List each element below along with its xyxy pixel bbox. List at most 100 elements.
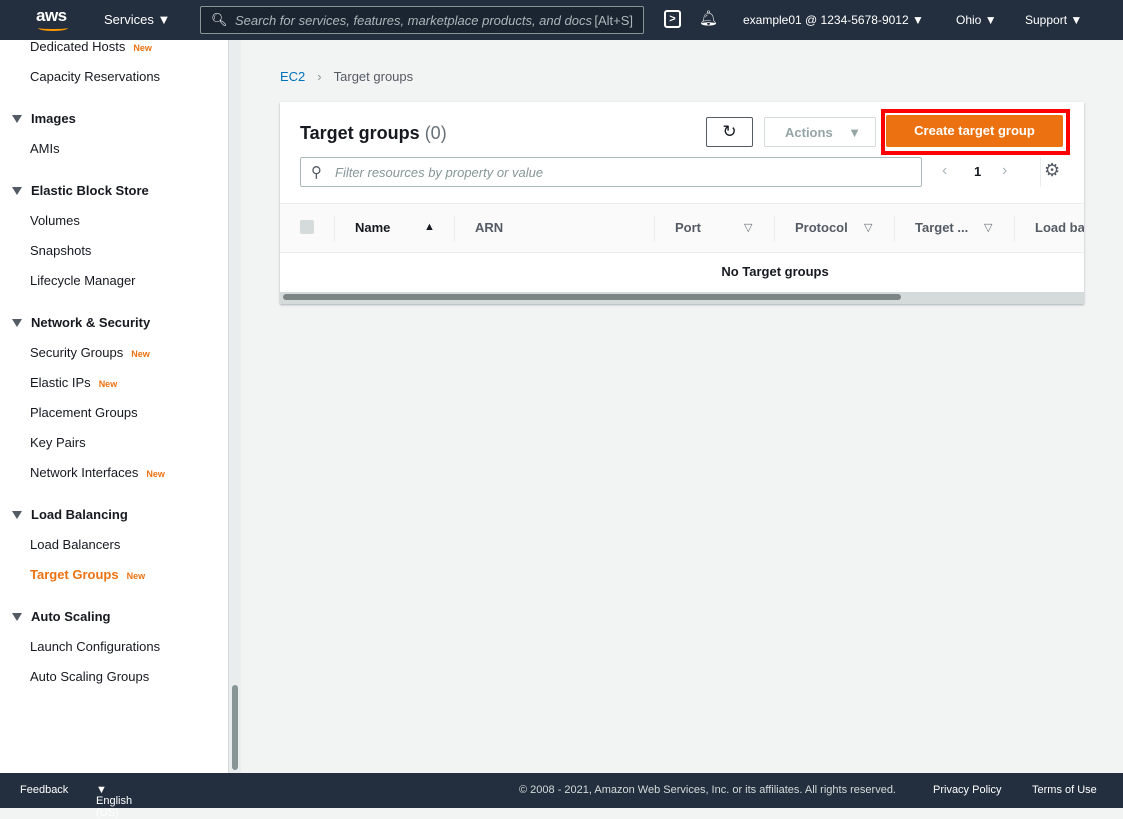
divider <box>1040 157 1041 187</box>
scrollbar-thumb[interactable] <box>232 685 238 770</box>
page-title: Target groups (0) <box>300 123 447 144</box>
divider <box>454 216 455 242</box>
sidebar-item-amis[interactable]: AMIs <box>0 134 228 164</box>
caret-down-icon: ▼ <box>848 125 861 140</box>
sidebar-item-placement-groups[interactable]: Placement Groups <box>0 398 228 428</box>
aws-smile-icon <box>38 25 68 31</box>
section-label: Auto Scaling <box>31 609 111 624</box>
caret-down-icon <box>12 115 22 123</box>
section-label: Network & Security <box>31 315 151 330</box>
sidebar-item-label: Launch Configurations <box>30 639 161 654</box>
caret-down-icon <box>12 511 22 519</box>
aws-logo[interactable]: aws <box>36 6 67 26</box>
sidebar-scrollbar[interactable] <box>228 40 241 773</box>
sidebar-item-load-balancers[interactable]: Load Balancers <box>0 530 228 560</box>
sort-icon[interactable]: ▽ <box>864 221 872 234</box>
section-label: Load Balancing <box>31 507 128 522</box>
support-label: Support <box>1025 13 1068 27</box>
filter-input[interactable]: ⚲ Filter resources by property or value <box>300 157 922 187</box>
sidebar-section-load-balancing[interactable]: Load Balancing <box>0 499 228 530</box>
next-page-icon[interactable]: › <box>1002 162 1007 180</box>
divider <box>894 216 895 242</box>
new-badge: New <box>146 469 165 479</box>
feedback-link[interactable]: Feedback <box>20 784 68 796</box>
sidebar-item-elastic-ips[interactable]: Elastic IPs New <box>0 368 228 398</box>
sidebar-item-volumes[interactable]: Volumes <box>0 206 228 236</box>
search-input[interactable]: 🔍︎ Search for services, features, marketp… <box>200 6 644 34</box>
sidebar-section-network-security[interactable]: Network & Security <box>0 307 228 338</box>
divider <box>774 216 775 242</box>
actions-button[interactable]: Actions ▼ <box>764 117 876 147</box>
page-number[interactable]: 1 <box>974 164 981 179</box>
sidebar-item-label: Volumes <box>30 213 80 228</box>
column-arn[interactable]: ARN <box>475 220 503 235</box>
caret-down-icon <box>12 613 22 621</box>
caret-down-icon <box>12 187 22 195</box>
language-menu[interactable]: English (US) ▼ <box>96 784 132 819</box>
column-load-balancer[interactable]: Load ba <box>1035 220 1084 235</box>
region-label: Ohio <box>956 13 982 27</box>
sort-icon[interactable]: ▽ <box>984 221 992 234</box>
column-protocol[interactable]: Protocol <box>795 220 848 235</box>
column-name[interactable]: Name <box>355 220 390 235</box>
sidebar-item-launch-configurations[interactable]: Launch Configurations <box>0 632 228 662</box>
footer: Feedback English (US) ▼ © 2008 - 2021, A… <box>0 773 1123 819</box>
search-shortcut: [Alt+S] <box>594 13 633 28</box>
sidebar-item-label: Security Groups <box>30 345 124 360</box>
sidebar-item-label: Load Balancers <box>30 537 121 552</box>
sort-icon[interactable]: ▽ <box>744 221 752 234</box>
cloudshell-icon[interactable]: > <box>664 10 681 28</box>
divider <box>334 216 335 242</box>
support-menu[interactable]: Support ▼ <box>1025 13 1082 27</box>
select-all-checkbox[interactable] <box>300 220 314 234</box>
prev-page-icon[interactable]: ‹ <box>942 162 947 180</box>
create-target-group-button[interactable]: Create target group <box>886 115 1063 147</box>
search-icon: 🔍︎ <box>211 12 228 27</box>
actions-label: Actions <box>785 125 833 140</box>
sidebar-item-label: Placement Groups <box>30 405 138 420</box>
empty-state: No Target groups <box>721 264 829 279</box>
sidebar-item-auto-scaling-groups[interactable]: Auto Scaling Groups <box>0 662 228 692</box>
sidebar-item-capacity-reservations[interactable]: Capacity Reservations <box>0 62 228 92</box>
count: (0) <box>424 123 447 143</box>
new-badge: New <box>126 571 146 581</box>
section-label: Images <box>31 111 76 126</box>
sidebar-item-label: Target Groups <box>30 567 119 582</box>
sidebar-item-security-groups[interactable]: Security Groups New <box>0 338 228 368</box>
services-menu[interactable]: Services ▼ <box>104 12 170 27</box>
region-menu[interactable]: Ohio ▼ <box>956 13 997 27</box>
sidebar-item-network-interfaces[interactable]: Network Interfaces New <box>0 458 228 488</box>
target-groups-panel: Target groups (0) ↻ Actions ▼ Create targ… <box>280 102 1084 304</box>
column-target-type[interactable]: Target ... <box>915 220 968 235</box>
account-menu[interactable]: example01 @ 1234-5678-9012 ▼ <box>743 13 924 27</box>
divider <box>1014 216 1015 242</box>
sidebar-item-label: Auto Scaling Groups <box>30 669 150 684</box>
caret-down-icon <box>12 319 22 327</box>
sort-ascending-icon[interactable]: ▲ <box>424 221 435 233</box>
gear-icon[interactable]: ⚙ <box>1044 160 1060 181</box>
bell-icon[interactable]: 🔔︎ <box>699 9 718 27</box>
sidebar-item-label: Lifecycle Manager <box>30 273 136 288</box>
sidebar-item-label: Elastic IPs <box>30 375 91 390</box>
copyright: © 2008 - 2021, Amazon Web Services, Inc.… <box>519 784 896 796</box>
terms-of-use-link[interactable]: Terms of Use <box>1032 784 1097 796</box>
sidebar-item-target-groups[interactable]: Target Groups New <box>0 560 228 590</box>
sidebar-item-key-pairs[interactable]: Key Pairs <box>0 428 228 458</box>
divider <box>654 216 655 242</box>
sidebar-item-snapshots[interactable]: Snapshots <box>0 236 228 266</box>
sidebar-section-elastic-block-store[interactable]: Elastic Block Store <box>0 175 228 206</box>
scrollbar-thumb[interactable] <box>283 294 901 300</box>
horizontal-scrollbar[interactable] <box>280 292 1084 304</box>
sidebar-section-images[interactable]: Images <box>0 103 228 134</box>
privacy-policy-link[interactable]: Privacy Policy <box>933 784 1001 796</box>
sidebar-section-auto-scaling[interactable]: Auto Scaling <box>0 601 228 632</box>
services-label: Services <box>104 12 154 27</box>
refresh-button[interactable]: ↻ <box>706 117 753 147</box>
sidebar-item-dedicated-hosts[interactable]: Dedicated Hosts New <box>0 40 228 62</box>
breadcrumb-ec2[interactable]: EC2 <box>280 69 305 84</box>
filter-placeholder: Filter resources by property or value <box>335 165 544 180</box>
column-port[interactable]: Port <box>675 220 701 235</box>
chevron-right-icon: › <box>317 69 322 84</box>
account-label: example01 @ 1234-5678-9012 <box>743 13 909 27</box>
sidebar-item-lifecycle-manager[interactable]: Lifecycle Manager <box>0 266 228 296</box>
